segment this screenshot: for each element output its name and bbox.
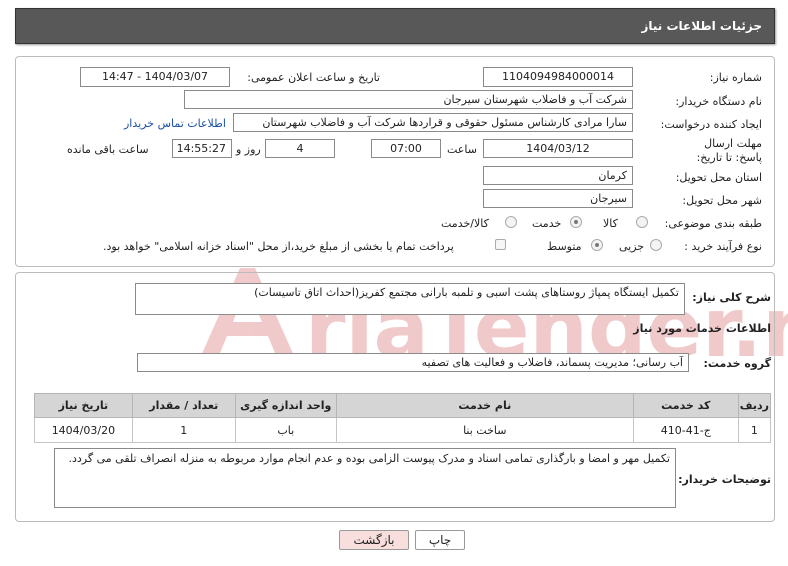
- process-minor-label: جزیی: [619, 240, 645, 253]
- deadline-date-field[interactable]: 1404/03/12: [483, 139, 633, 158]
- summary-textarea[interactable]: تکمیل ایستگاه پمپاژ روستاهای پشت اسبی و …: [135, 283, 685, 315]
- process-label: نوع فرآیند خرید :: [684, 240, 762, 253]
- category-goods-radio[interactable]: [636, 216, 648, 228]
- cell-name: ساخت بنا: [335, 417, 634, 443]
- cell-row: 1: [737, 417, 772, 443]
- category-goods-service-radio[interactable]: [505, 216, 517, 228]
- need-number-field[interactable]: 1104094984000014: [483, 67, 633, 87]
- cell-date: 1404/03/20: [34, 417, 133, 443]
- deadline-label: مهلت ارسال پاسخ: تا تاریخ:: [696, 137, 762, 164]
- city-field[interactable]: سیرجان: [483, 189, 633, 208]
- category-service-radio[interactable]: [570, 216, 582, 228]
- deadline-time-label: ساعت: [447, 143, 477, 156]
- remaining-days-field[interactable]: 4: [265, 139, 335, 158]
- deadline-time-field[interactable]: 07:00: [371, 139, 441, 158]
- buyer-notes-textarea[interactable]: تکمیل مهر و امضا و بارگذاری تمامی اسناد …: [54, 448, 676, 508]
- print-button[interactable]: چاپ: [415, 530, 465, 550]
- need-number-label: شماره نیاز:: [709, 71, 762, 84]
- creator-label: ایجاد کننده درخواست:: [660, 118, 762, 131]
- remaining-time-field[interactable]: 14:55:27: [172, 139, 232, 158]
- services-heading: اطلاعات خدمات مورد نیاز: [633, 322, 771, 335]
- col-unit-header: واحد اندازه گیری: [234, 393, 337, 418]
- page-header: جزئیات اطلاعات نیاز: [15, 8, 775, 44]
- table-row: 1 ج-41-410 ساخت بنا باب 1 1404/03/20: [34, 417, 772, 443]
- col-name-header: نام خدمت: [335, 393, 634, 418]
- buyer-notes-label: توضیحات خریدار:: [678, 473, 771, 486]
- creator-field[interactable]: سارا مرادی کارشناس مسئول حقوقی و قراردها…: [233, 113, 633, 132]
- cell-unit: باب: [234, 417, 337, 443]
- category-service-label: خدمت: [532, 217, 562, 230]
- request-info-panel: [15, 56, 775, 267]
- treasury-payment-note: پرداخت تمام یا بخشی از مبلغ خرید،از محل …: [103, 240, 454, 253]
- col-qty-header: تعداد / مقدار: [131, 393, 236, 418]
- col-code-header: کد خدمت: [632, 393, 739, 418]
- remaining-time-label: ساعت باقی مانده: [67, 143, 149, 156]
- category-goods-label: کالا: [603, 217, 618, 230]
- table-header-row: ردیف کد خدمت نام خدمت واحد اندازه گیری ت…: [34, 393, 772, 418]
- service-group-field[interactable]: آب رسانی؛ مدیریت پسماند، فاضلاب و فعالیت…: [137, 353, 689, 372]
- col-date-header: تاریخ نیاز: [34, 393, 133, 418]
- province-label: استان محل تحویل:: [675, 171, 762, 184]
- category-label: طبقه بندی موضوعی:: [664, 217, 762, 230]
- announce-datetime-label: تاریخ و ساعت اعلان عمومی:: [247, 71, 380, 84]
- process-medium-radio[interactable]: [591, 239, 603, 251]
- treasury-payment-checkbox[interactable]: [495, 239, 506, 250]
- page-title: جزئیات اطلاعات نیاز: [641, 19, 762, 33]
- province-field[interactable]: کرمان: [483, 166, 633, 185]
- buyer-org-label: نام دستگاه خریدار:: [675, 95, 762, 108]
- cell-qty: 1: [131, 417, 236, 443]
- col-row-header: ردیف: [737, 393, 772, 418]
- category-goods-service-label: کالا/خدمت: [441, 217, 489, 230]
- service-group-label: گروه خدمت:: [703, 357, 771, 370]
- buyer-org-field[interactable]: شرکت آب و فاضلاب شهرستان سیرجان: [184, 90, 633, 109]
- cell-code: ج-41-410: [632, 417, 739, 443]
- back-button[interactable]: بازگشت: [339, 530, 409, 550]
- city-label: شهر محل تحویل:: [682, 194, 762, 207]
- announce-datetime-field[interactable]: 1404/03/07 - 14:47: [80, 67, 230, 87]
- buyer-contact-link[interactable]: اطلاعات تماس خریدار: [124, 117, 226, 130]
- process-minor-radio[interactable]: [650, 239, 662, 251]
- process-medium-label: متوسط: [547, 240, 582, 253]
- summary-label: شرح کلی نیاز:: [692, 291, 771, 304]
- days-label: روز و: [236, 143, 261, 156]
- services-table: ردیف کد خدمت نام خدمت واحد اندازه گیری ت…: [34, 393, 772, 443]
